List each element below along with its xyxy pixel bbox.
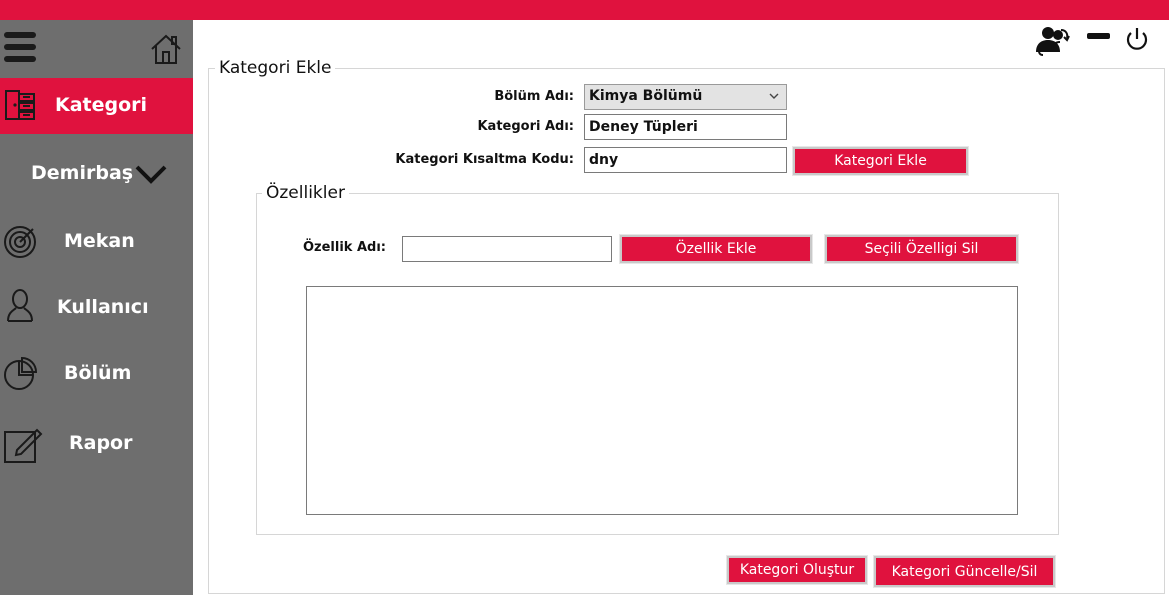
power-icon[interactable] [1125, 26, 1149, 52]
sidebar-item-label: Bölüm [64, 362, 132, 384]
kisaltma-input[interactable] [584, 147, 787, 173]
kategori-olustur-button[interactable]: Kategori Oluştur [726, 555, 868, 585]
sidebar: Kategori Demirbaş Mekan Kullanıcı Bölüm … [0, 20, 193, 595]
pie-chart-icon [4, 356, 38, 390]
switch-user-icon[interactable] [1034, 24, 1070, 58]
ozellik-input[interactable] [402, 236, 612, 262]
home-icon[interactable] [149, 32, 183, 66]
ozellik-ekle-button[interactable]: Özellik Ekle [619, 234, 813, 264]
ozellik-label: Özellik Adı: [303, 240, 386, 255]
edit-icon [4, 428, 43, 463]
kategori-guncelle-sil-button[interactable]: Kategori Güncelle/Sil [873, 555, 1056, 588]
kisaltma-label: Kategori Kısaltma Kodu: [395, 152, 574, 167]
ozellikler-legend: Özellikler [262, 183, 349, 203]
kategori-ekle-button[interactable]: Kategori Ekle [792, 146, 969, 176]
sidebar-item-mekan[interactable]: Mekan [0, 214, 193, 270]
sidebar-item-label: Mekan [64, 230, 135, 252]
kategori-ekle-legend: Kategori Ekle [215, 58, 336, 78]
bolum-label: Bölüm Adı: [494, 89, 574, 104]
radar-icon [4, 226, 36, 258]
minimize-icon[interactable] [1087, 33, 1110, 39]
sidebar-item-kullanici[interactable]: Kullanıcı [0, 280, 193, 336]
chevron-down-icon [769, 93, 779, 99]
sidebar-item-demirbas[interactable]: Demirbaş [0, 146, 193, 202]
chevron-down-icon [135, 165, 167, 184]
bolum-select-value: Kimya Bölümü [589, 88, 703, 104]
sidebar-item-bolum[interactable]: Bölüm [0, 346, 193, 402]
sidebar-item-kategori[interactable]: Kategori [0, 78, 193, 134]
sidebar-item-label: Kullanıcı [57, 296, 149, 318]
sidebar-item-rapor[interactable]: Rapor [0, 416, 193, 472]
sidebar-item-label: Demirbaş [31, 162, 134, 184]
user-icon [7, 289, 33, 322]
secili-ozellik-sil-button[interactable]: Seçili Özelligi Sil [824, 234, 1019, 264]
cabinet-icon [5, 90, 35, 120]
hamburger-menu-icon[interactable] [4, 32, 36, 62]
kategori-input[interactable] [584, 114, 787, 140]
bolum-select[interactable]: Kimya Bölümü [584, 84, 787, 110]
sidebar-item-label: Kategori [55, 94, 148, 116]
ozellik-listbox[interactable] [306, 286, 1018, 515]
title-bar [0, 0, 1169, 20]
sidebar-item-label: Rapor [69, 432, 133, 454]
kategori-label: Kategori Adı: [477, 119, 574, 134]
